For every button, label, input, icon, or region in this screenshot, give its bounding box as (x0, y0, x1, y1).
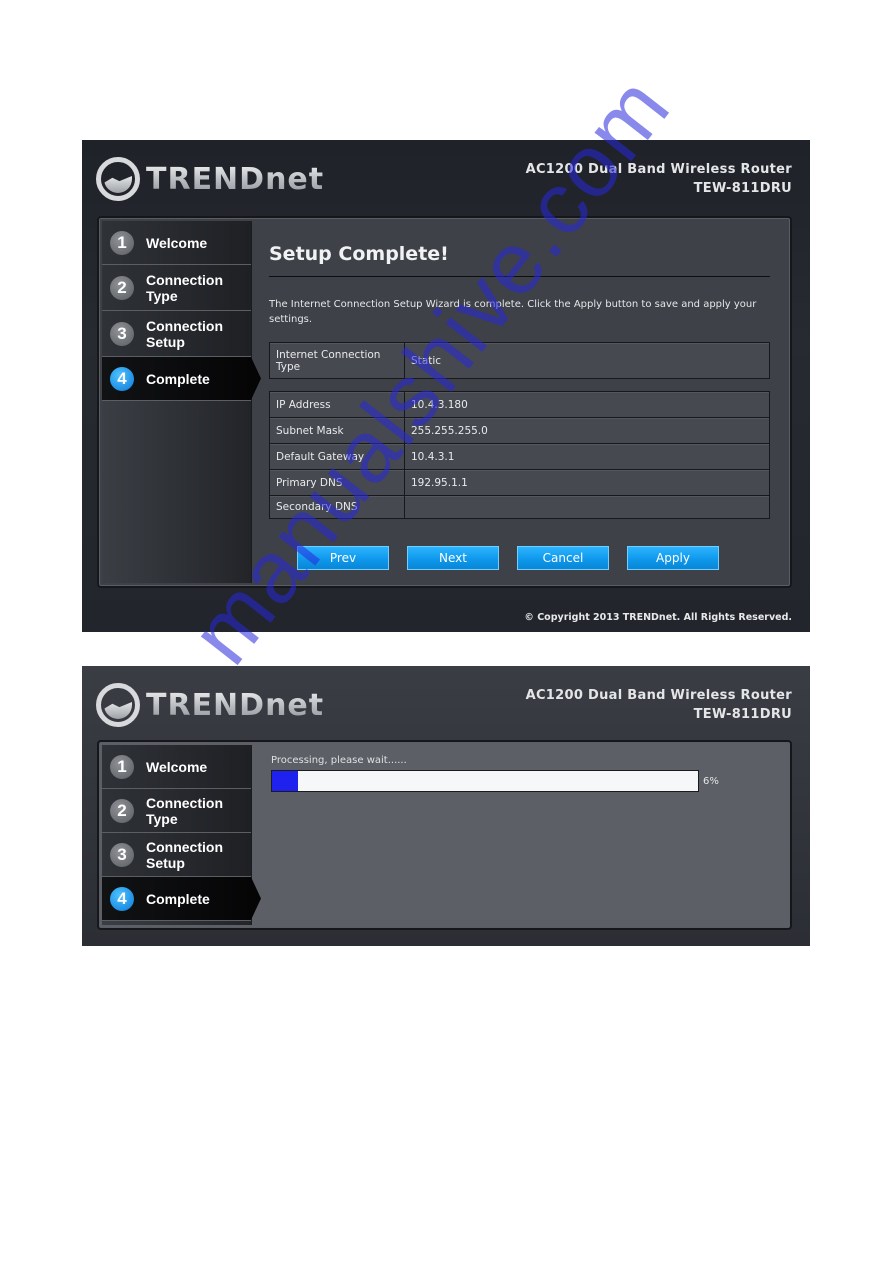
step-complete[interactable]: 4 Complete (102, 877, 251, 921)
product-info: AC1200 Dual Band Wireless Router TEW-811… (526, 160, 792, 198)
table-row: Default Gateway 10.4.3.1 (269, 443, 770, 470)
trendnet-logo: TRENDnet (96, 154, 324, 204)
step-label: Connection Setup (146, 838, 223, 871)
label-text: Internet Connection Type (276, 348, 381, 373)
page-title: Setup Complete! (269, 243, 449, 265)
row-label: Subnet Mask (269, 417, 405, 444)
row-value: 10.4.3.1 (404, 443, 770, 470)
step-label: Complete (146, 370, 210, 387)
wizard-content: Processing, please wait...... 6% (269, 745, 784, 925)
table-row: Secondary DNS (269, 495, 770, 519)
step-number-icon: 2 (110, 798, 134, 823)
row-value: Static (404, 342, 770, 379)
title-divider (269, 276, 770, 277)
model-number: TEW-811DRU (693, 181, 792, 196)
table-row: Subnet Mask 255.255.255.0 (269, 417, 770, 444)
apply-button[interactable]: Apply (627, 546, 719, 570)
next-button[interactable]: Next (407, 546, 499, 570)
intro-text: The Internet Connection Setup Wizard is … (269, 299, 757, 325)
row-value: 255.255.255.0 (404, 417, 770, 444)
row-label: Primary DNS (269, 469, 405, 496)
row-value: 192.95.1.1 (404, 469, 770, 496)
wizard-frame: 1 Welcome 2 Connection Type 3 Connection… (97, 740, 792, 930)
step-number-icon: 3 (110, 321, 134, 346)
step-number-icon: 1 (110, 230, 134, 255)
product-line: AC1200 Dual Band Wireless Router (525, 162, 792, 177)
step-label: Connection Type (146, 794, 223, 827)
product-info: AC1200 Dual Band Wireless Router TEW-811… (526, 686, 792, 724)
processing-label: Processing, please wait...... (271, 755, 407, 766)
trendnet-logo-icon (96, 157, 140, 201)
trendnet-logo: TRENDnet (96, 680, 324, 730)
setup-complete-screenshot: TRENDnet AC1200 Dual Band Wireless Route… (82, 140, 810, 632)
table-row: Primary DNS 192.95.1.1 (269, 469, 770, 496)
progress-percent: 6% (703, 776, 719, 787)
step-label: Connection Setup (146, 317, 223, 350)
row-value: 10.4.3.180 (404, 391, 770, 418)
table-row: IP Address 10.4.3.180 (269, 391, 770, 418)
step-connection-setup[interactable]: 3 Connection Setup (102, 311, 251, 357)
step-number-icon: 4 (110, 886, 134, 911)
row-label: IP Address (269, 391, 405, 418)
progress-bar-fill (272, 771, 298, 791)
step-label: Complete (146, 890, 210, 907)
row-value (404, 495, 770, 519)
wizard-frame: 1 Welcome 2 Connection Type 3 Connection… (97, 216, 792, 588)
step-complete[interactable]: 4 Complete (102, 357, 251, 401)
brand-name: TRENDnet (146, 161, 325, 197)
product-line: AC1200 Dual Band Wireless Router (525, 688, 792, 703)
step-number-icon: 1 (110, 754, 134, 779)
model-number: TEW-811DRU (693, 707, 792, 722)
copyright-text: © Copyright 2013 TRENDnet. All Rights Re… (524, 612, 792, 623)
prev-button[interactable]: Prev (297, 546, 389, 570)
step-number-icon: 3 (110, 842, 134, 867)
step-connection-type[interactable]: 2 Connection Type (102, 265, 251, 311)
brand-name: TRENDnet (146, 687, 325, 723)
step-label: Welcome (146, 758, 208, 775)
wizard-steps: 1 Welcome 2 Connection Type 3 Connection… (102, 745, 252, 925)
row-label: Internet Connection Type (269, 342, 405, 379)
wizard-steps: 1 Welcome 2 Connection Type 3 Connection… (102, 221, 252, 583)
network-settings-table: IP Address 10.4.3.180 Subnet Mask 255.25… (269, 391, 770, 519)
step-number-icon: 2 (110, 275, 134, 300)
connection-type-table: Internet Connection Type Static (269, 342, 770, 379)
processing-screenshot: TRENDnet AC1200 Dual Band Wireless Route… (82, 666, 810, 946)
wizard-buttons: Prev Next Cancel Apply (297, 546, 719, 570)
progress-bar (271, 770, 699, 792)
row-label: Default Gateway (269, 443, 405, 470)
cancel-button[interactable]: Cancel (517, 546, 609, 570)
wizard-content: Setup Complete! The Internet Connection … (267, 221, 784, 583)
trendnet-logo-icon (96, 683, 140, 727)
step-label: Connection Type (146, 271, 223, 304)
step-number-icon: 4 (110, 366, 134, 391)
row-label: Secondary DNS (269, 495, 405, 519)
step-welcome[interactable]: 1 Welcome (102, 221, 251, 265)
step-connection-setup[interactable]: 3 Connection Setup (102, 833, 251, 877)
step-label: Welcome (146, 234, 208, 251)
table-row: Internet Connection Type Static (269, 342, 770, 379)
step-welcome[interactable]: 1 Welcome (102, 745, 251, 789)
step-connection-type[interactable]: 2 Connection Type (102, 789, 251, 833)
